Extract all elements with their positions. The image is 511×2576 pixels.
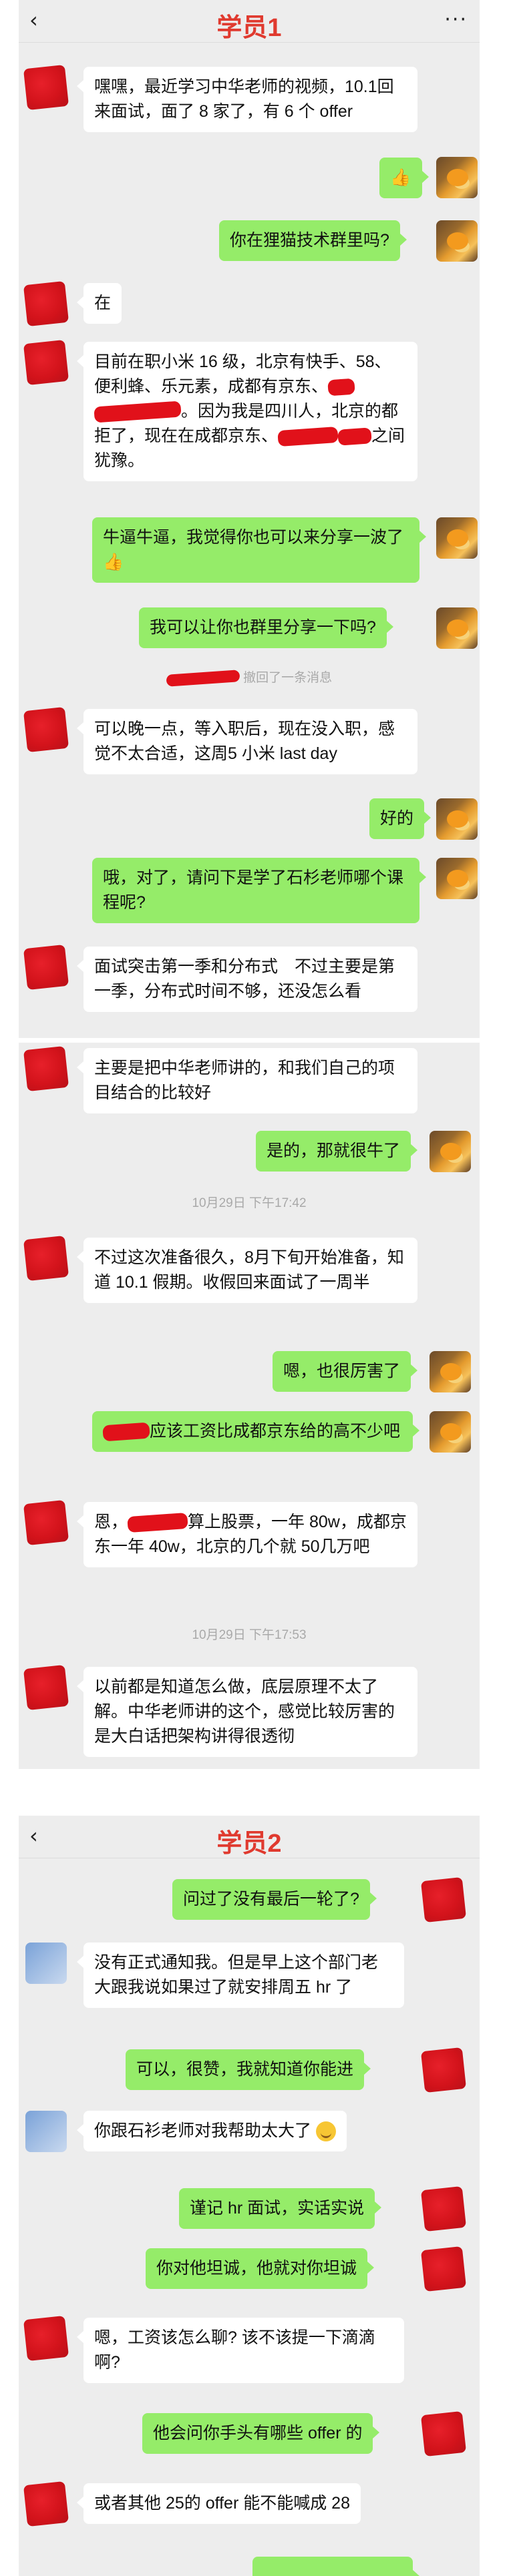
timestamp: 10月29日 下午17:42 — [192, 1196, 307, 1210]
redaction-mark — [337, 427, 372, 447]
avatar[interactable] — [23, 944, 69, 991]
avatar[interactable] — [436, 220, 478, 262]
chat-title: 学员2 — [216, 1830, 282, 1858]
message-bubble-partial — [252, 2557, 419, 2576]
avatar[interactable] — [420, 1876, 467, 1923]
recall-notice-text: 撤回了一条消息 — [243, 671, 333, 685]
thumbs-up-icon: 👍 — [390, 168, 411, 187]
avatar[interactable] — [23, 1235, 69, 1282]
avatar[interactable] — [420, 2185, 467, 2232]
message-bubble: 或者其他 25的 offer 能不能喊成 28 — [77, 2483, 361, 2524]
redaction-mark — [277, 427, 339, 447]
avatar[interactable] — [23, 339, 69, 386]
avatar[interactable] — [436, 858, 478, 899]
message-bubble: 我可以让你也群里分享一下吗? — [139, 607, 393, 648]
avatar[interactable] — [23, 1045, 69, 1092]
avatar[interactable] — [23, 2481, 69, 2527]
message-bubble: 你跟石衫老师对我帮助太大了 — [77, 2111, 347, 2151]
more-options-icon[interactable]: ··· — [444, 8, 468, 31]
redaction-mark — [94, 401, 182, 423]
avatar[interactable] — [25, 1943, 67, 1984]
avatar[interactable] — [436, 607, 478, 649]
avatar[interactable] — [430, 1411, 471, 1453]
message-text: 应该工资比成都京东给的高不少吧 — [150, 1422, 401, 1441]
chat-panel-1-continued: 主要是把中华老师讲的，和我们自己的项目结合的比较好 是的，那就很牛了 10月29… — [19, 1043, 480, 1769]
redaction-mark — [166, 670, 240, 687]
message-bubble: 可以，很赞，我就知道你能进 — [126, 2049, 371, 2090]
message-bubble: 恩， 算上股票，一年 80w，成都京东一年 40w，北京的几个就 50几万吧 — [77, 1502, 417, 1567]
avatar[interactable] — [25, 2111, 67, 2152]
message-bubble: 应该工资比成都京东给的高不少吧 — [92, 1411, 419, 1452]
message-bubble: 好的 — [369, 798, 432, 839]
message-bubble: 嘿嘿，最近学习中华老师的视频，10.1回来面试，面了 8 家了，有 6 个 of… — [77, 67, 417, 132]
message-bubble: 👍 — [379, 158, 429, 198]
avatar[interactable] — [23, 1499, 69, 1546]
avatar[interactable] — [420, 2047, 467, 2093]
message-bubble: 可以晚一点，等入职后，现在没入职，感觉不太合适，这周5 小米 last day — [77, 709, 417, 774]
message-bubble: 是的，那就很牛了 — [256, 1131, 418, 1172]
message-bubble: 面试突击第一季和分布式 不过主要是第一季，分布式时间不够，还没怎么看 — [77, 947, 417, 1012]
avatar[interactable] — [23, 706, 69, 753]
message-bubble: 在 — [76, 283, 122, 324]
message-bubble: 问过了没有最后一轮了? — [172, 1879, 377, 1920]
message-bubble: 主要是把中华老师讲的，和我们自己的项目结合的比较好 — [77, 1048, 417, 1113]
avatar[interactable] — [430, 1351, 471, 1392]
avatar[interactable] — [436, 517, 478, 559]
recall-notice: 撤回了一条消息 — [19, 668, 480, 687]
redaction-mark — [102, 1422, 150, 1442]
chat-panel-1: ‹ 学员1 ··· 嘿嘿，最近学习中华老师的视频，10.1回来面试，面了 8 家… — [19, 0, 480, 1038]
message-bubble: 你对他坦诚，他就对你坦诚 — [146, 2248, 375, 2289]
message-bubble: 没有正式通知我。但是早上这个部门老大跟我说如果过了就安排周五 hr 了 — [77, 1943, 404, 2008]
avatar[interactable] — [436, 157, 478, 198]
message-bubble: 嗯，工资该怎么聊? 该不该提一下滴滴啊? — [77, 2318, 404, 2383]
message-bubble: 以前都是知道怎么做，底层原理不太了解。中华老师讲的这个，感觉比较厉害的是大白话把… — [77, 1667, 417, 1757]
message-text: 恩， — [94, 1513, 128, 1531]
redaction-mark — [327, 378, 355, 397]
avatar[interactable] — [436, 798, 478, 840]
avatar[interactable] — [23, 280, 69, 327]
chat-title: 学员1 — [216, 14, 282, 42]
chat-panel-2: ‹ 学员2 问过了没有最后一轮了? 没有正式通知我。但是早上这个部门老大跟我说如… — [19, 1816, 480, 2576]
message-bubble: 你在狸猫技术群里吗? — [219, 220, 407, 261]
timestamp: 10月29日 下午17:53 — [192, 1628, 307, 1642]
message-bubble: 牛逼牛逼，我觉得你也可以来分享一波了👍 — [92, 517, 426, 583]
avatar[interactable] — [23, 1664, 69, 1711]
message-bubble: 谨记 hr 面试，实话实说 — [179, 2188, 382, 2229]
avatar[interactable] — [430, 1131, 471, 1172]
message-text: 你跟石衫老师对我帮助太大了 — [94, 2121, 312, 2140]
avatar[interactable] — [23, 2315, 69, 2362]
avatar[interactable] — [420, 2410, 467, 2457]
message-bubble: 他会问你手头有哪些 offer 的 — [142, 2413, 380, 2454]
message-bubble: 目前在职小米 16 级，北京有快手、58、便利蜂、乐元素，成都有京东、。因为我是… — [77, 342, 417, 481]
redaction-mark — [127, 1513, 188, 1533]
message-bubble: 不过这次准备很久，8月下旬开始准备，知道 10.1 假期。收假回来面试了一周半 — [77, 1238, 417, 1303]
avatar[interactable] — [23, 64, 69, 111]
message-bubble: 哦，对了，请问下是学了石杉老师哪个课程呢? — [92, 858, 426, 923]
smile-emoji-icon — [315, 2121, 336, 2142]
avatar[interactable] — [420, 2246, 467, 2292]
chat-header: ‹ 学员2 — [19, 1816, 480, 1858]
chat-header: ‹ 学员1 ··· — [19, 0, 480, 43]
message-bubble: 嗯，也很厉害了 — [273, 1351, 418, 1392]
